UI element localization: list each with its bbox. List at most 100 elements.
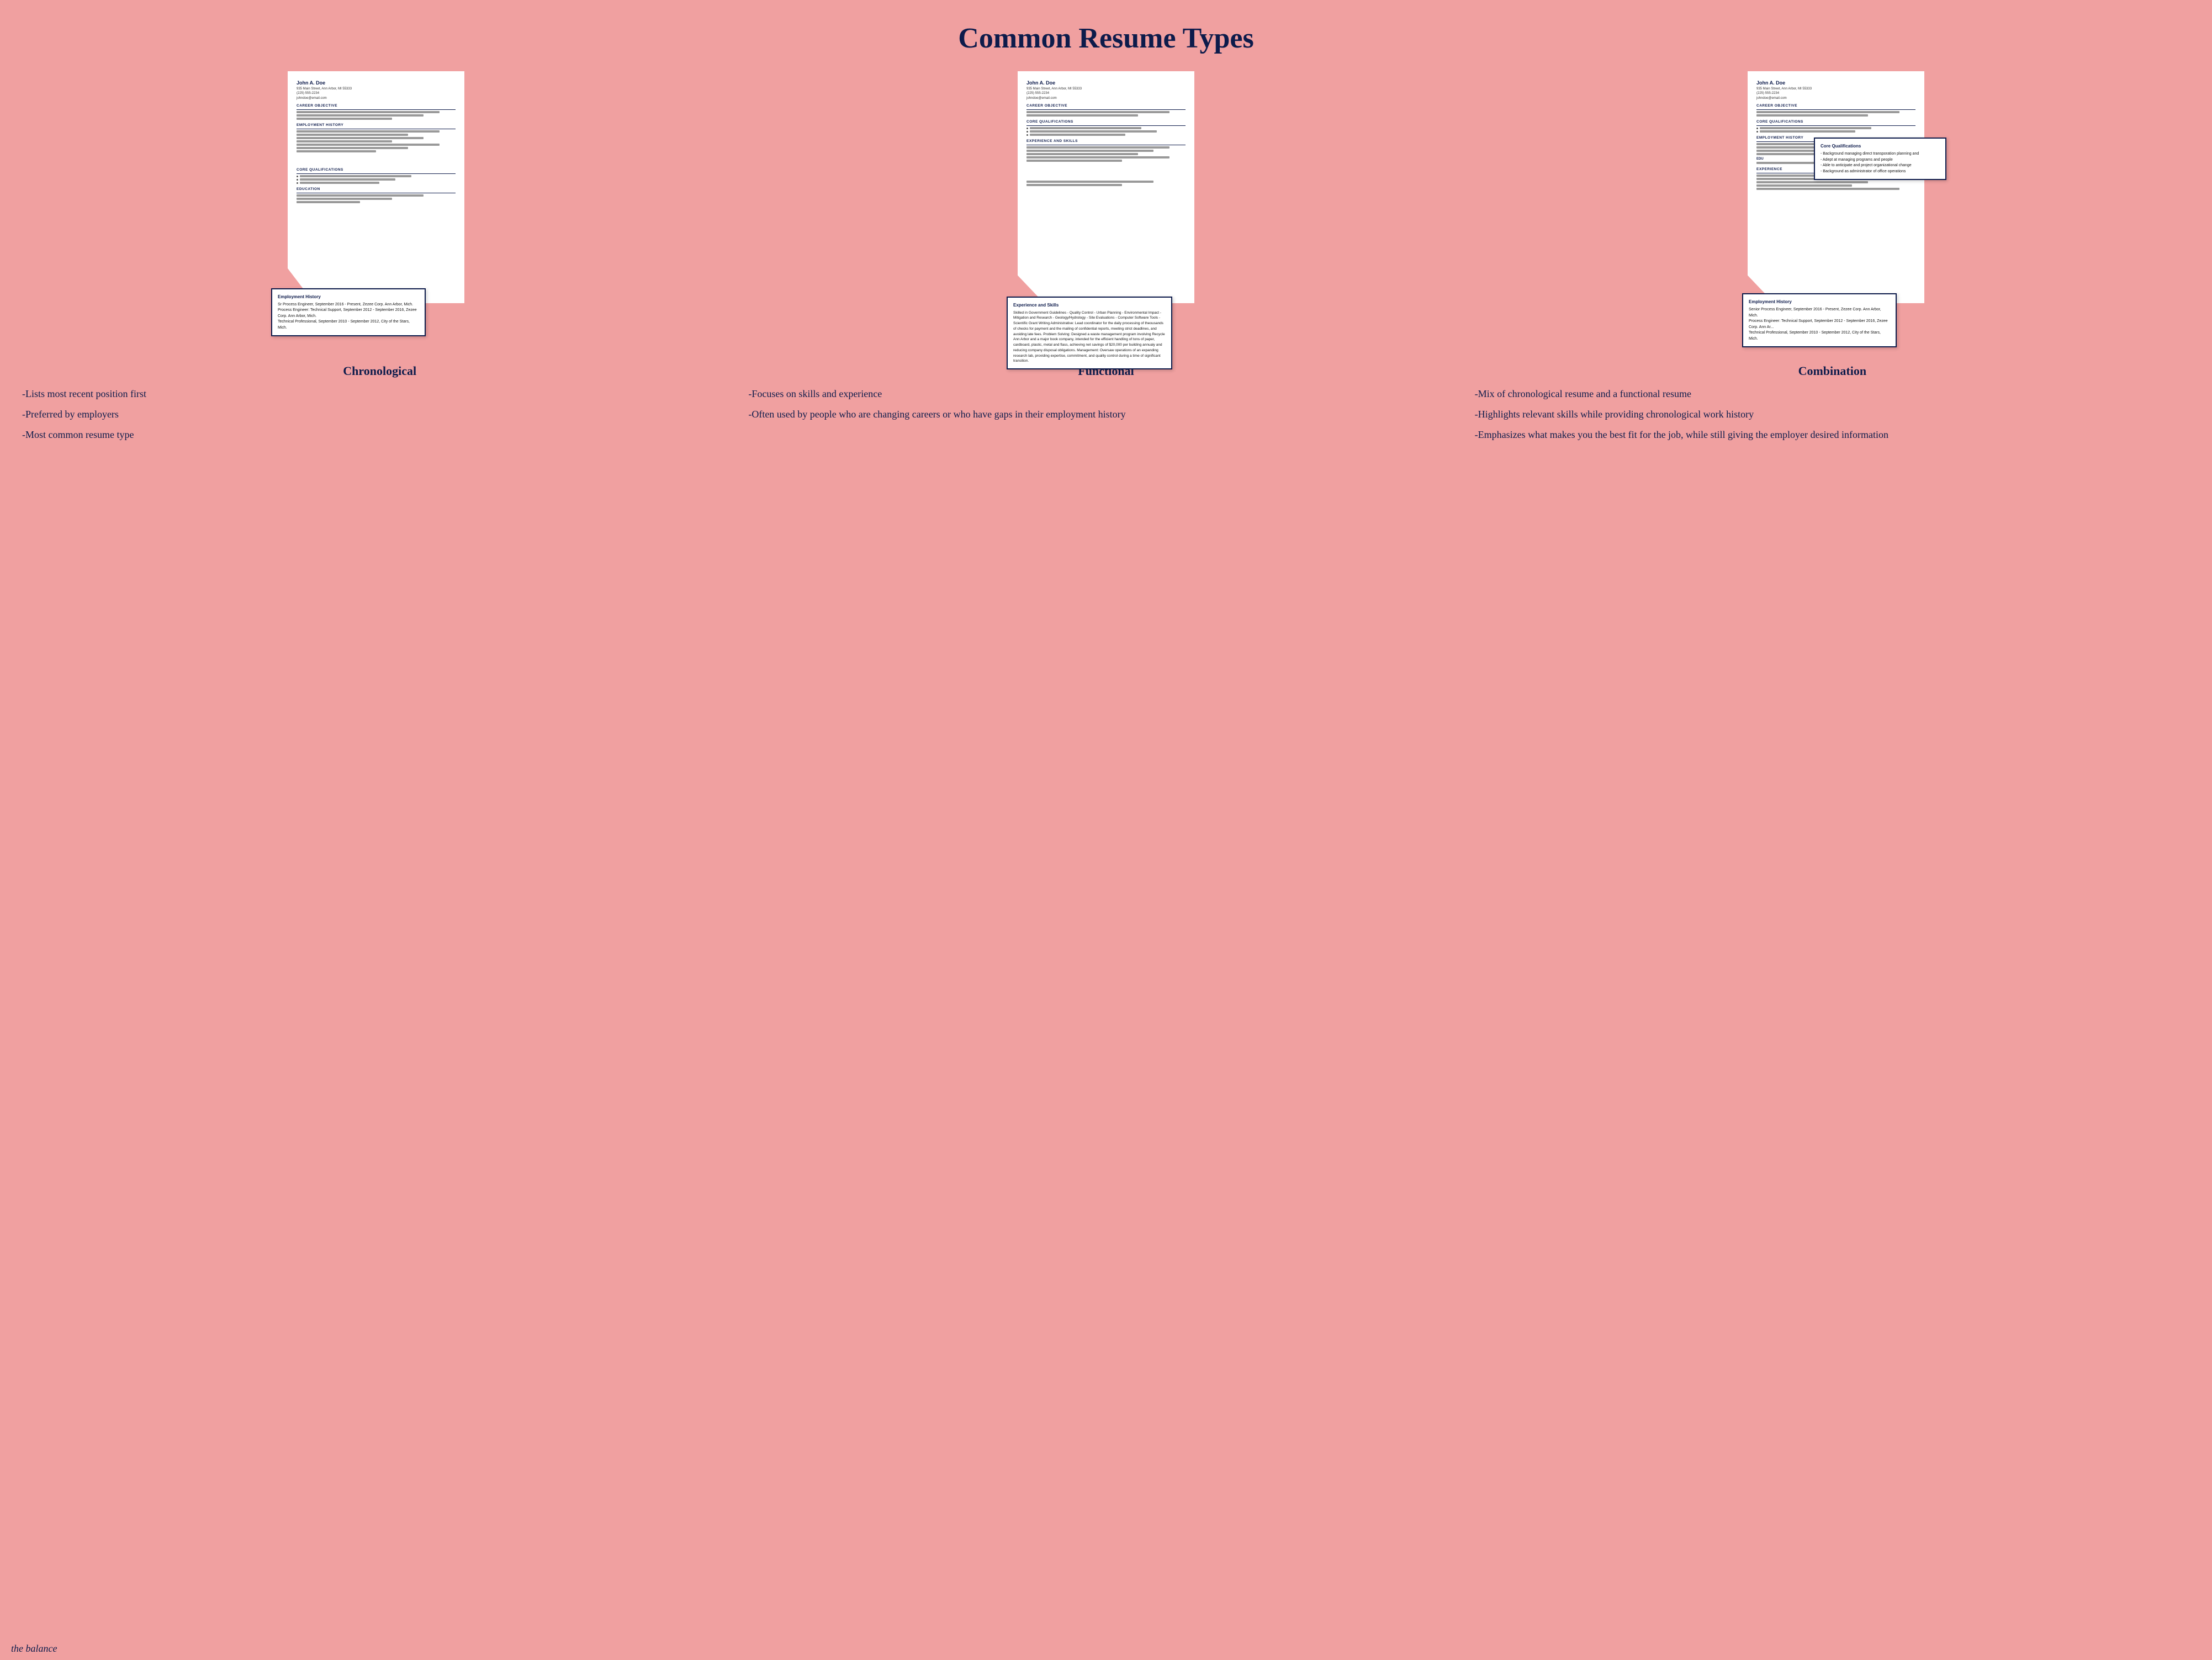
resumes-row: John A. Doe 935 Main Street, Ann Arbor, … [11,71,2201,314]
chrono-qual-2 [297,178,456,181]
chronological-resume-card: John A. Doe 935 Main Street, Ann Arbor, … [288,71,464,303]
combo-obj-1 [1756,111,1899,113]
func-exp-line-4 [1026,156,1169,158]
func-desc-item-1: -Focuses on skills and experience [748,387,1463,401]
combo-callout-bottom-title: Employment History [1749,299,1890,305]
func-qual-1 [1026,127,1186,129]
chronological-column: John A. Doe 935 Main Street, Ann Arbor, … [17,71,735,303]
combo-desc-item-2: -Highlights relevant skills while provid… [1475,408,2190,421]
chrono-edu-line-1 [297,194,424,197]
chrono-description: Chronological -Lists most recent positio… [22,364,737,449]
chrono-name: John A. Doe [297,80,456,86]
func-desc-item-2: -Often used by people who are changing c… [748,408,1463,421]
combo-desc-item-3: -Emphasizes what makes you the best fit … [1475,428,2190,442]
func-description: Functional -Focuses on skills and experi… [748,364,1463,449]
chrono-obj-line-1 [297,111,440,113]
chrono-desc-item-2: -Preferred by employers [22,408,737,421]
func-qual-3 [1026,134,1186,136]
combination-resume-card: John A. Doe 935 Main Street, Ann Arbor, … [1748,71,1924,303]
combo-top-line-4: - Background as administrator of office … [1821,169,1940,175]
chrono-callout-line-3: Technical Professional, September 2010 -… [278,319,419,331]
func-footer-2 [1026,184,1122,186]
combo-callout-bottom: Employment History Senior Process Engine… [1742,293,1897,347]
combo-top-line-3: - Able to anticipate and project organiz… [1821,163,1940,169]
chrono-emp-line-2 [297,134,408,136]
combo-desc-item-1: -Mix of chronological resume and a funct… [1475,387,2190,401]
chrono-line-1 [297,109,456,110]
combo-callout-top: Core Qualifications - Background managin… [1814,138,1946,180]
combo-exp-5 [1756,188,1899,190]
chrono-line-3 [297,173,456,174]
chrono-emp-line-4 [297,140,392,142]
combo-description: Combination -Mix of chronological resume… [1475,364,2190,449]
chrono-callout-line-2: Process Engineer: Technical Support, Sep… [278,308,419,319]
combo-bottom-line-2: Process Engineer: Technical Support, Sep… [1749,319,1890,330]
chrono-emp-hist-title: EMPLOYMENT HISTORY [297,123,456,127]
func-contact: 935 Main Street, Ann Arbor, MI 55333 (22… [1026,87,1186,101]
combo-core-qual-title: CORE QUALIFICATIONS [1756,120,1915,124]
chrono-obj-line-3 [297,118,392,120]
functional-column: John A. Doe 935 Main Street, Ann Arbor, … [747,71,1465,303]
combo-name: John A. Doe [1756,80,1915,86]
chrono-career-obj-title: CAREER OBJECTIVE [297,104,456,108]
func-exp-line-2 [1026,150,1153,152]
chrono-emp-line-3 [297,137,424,139]
func-exp-line-5 [1026,160,1122,162]
combo-qual-1 [1756,127,1915,129]
chrono-emp-line-5 [297,144,440,146]
func-obj-line-1 [1026,111,1169,113]
func-footer-1 [1026,181,1153,183]
combo-contact: 935 Main Street, Ann Arbor, MI 55333 (22… [1756,87,1915,101]
func-career-obj-title: CAREER OBJECTIVE [1026,104,1186,108]
combo-career-obj-title: CAREER OBJECTIVE [1756,104,1915,108]
page-title: Common Resume Types [11,11,2201,71]
chrono-desc-title: Chronological [22,364,737,378]
combo-exp-4 [1756,184,1852,187]
chrono-callout-title: Employment History [278,294,419,300]
func-exp-line-3 [1026,153,1138,155]
chrono-edu-title: EDUCATION [297,187,456,191]
combo-line-1 [1756,109,1915,110]
func-core-qual-title: CORE QUALIFICATIONS [1026,120,1186,124]
combo-bottom-line-1: Senior Process Engineer, September 2016 … [1749,307,1890,319]
chrono-obj-line-2 [297,114,424,117]
func-callout-body: Skilled in Government Guidelines - Quali… [1013,310,1166,364]
chrono-edu-line-2 [297,198,392,200]
combo-desc-title: Combination [1475,364,2190,378]
description-section: Chronological -Lists most recent positio… [11,358,2201,460]
func-name: John A. Doe [1026,80,1186,86]
chrono-callout-line-1: Sr Process Engineer, September 2016 - Pr… [278,302,419,308]
functional-wrapper: John A. Doe 935 Main Street, Ann Arbor, … [1018,71,1194,303]
combo-top-line-2: - Adept at managing programs and people [1821,157,1940,163]
chrono-core-qual-title: CORE QUALIFICATIONS [297,168,456,172]
chrono-desc-item-1: -Lists most recent position first [22,387,737,401]
func-line-1 [1026,109,1186,110]
combo-exp-3 [1756,181,1868,183]
chronological-wrapper: John A. Doe 935 Main Street, Ann Arbor, … [288,71,464,303]
func-callout-box: Experience and Skills Skilled in Governm… [1007,297,1172,370]
combo-callout-top-title: Core Qualifications [1821,143,1940,150]
combo-obj-2 [1756,114,1868,117]
combo-bottom-line-3: Technical Professional, September 2010 -… [1749,330,1890,342]
watermark: the balance [11,1643,57,1654]
func-exp-line-1 [1026,146,1169,149]
combo-line-2 [1756,125,1915,126]
func-callout-title: Experience and Skills [1013,302,1166,309]
combo-top-line-1: - Background managing direct transporati… [1821,151,1940,157]
combination-column: Core Qualifications - Background managin… [1477,71,2195,303]
func-qual-2 [1026,130,1186,133]
chrono-qual-1 [297,175,456,177]
chrono-contact: 935 Main Street, Ann Arbor, MI 55333 (22… [297,87,456,101]
chrono-callout-box: Employment History Sr Process Engineer, … [271,288,426,337]
functional-resume-card: John A. Doe 935 Main Street, Ann Arbor, … [1018,71,1194,303]
chrono-qual-3 [297,182,456,184]
chrono-desc-item-3: -Most common resume type [22,428,737,442]
combination-wrapper: Core Qualifications - Background managin… [1748,71,1924,303]
combo-qual-2 [1756,130,1915,133]
func-line-2 [1026,125,1186,126]
func-obj-line-2 [1026,114,1138,117]
chrono-edu-line-3 [297,201,360,203]
chrono-emp-line-7 [297,150,376,152]
chrono-emp-line-6 [297,147,408,149]
chrono-emp-line-1 [297,130,440,133]
